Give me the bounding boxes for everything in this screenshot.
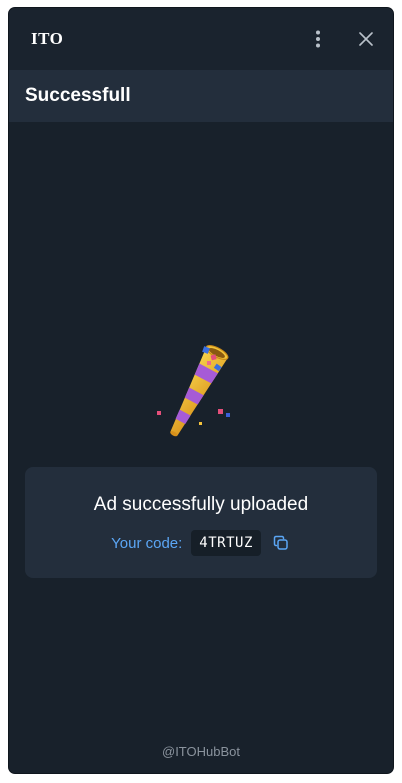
window-titlebar: ITO [9,8,393,70]
close-button[interactable] [353,26,379,52]
code-label: Your code: [111,534,183,552]
app-window: ITO Successfull Ad successfully uploaded… [9,8,393,773]
copy-code-button[interactable] [271,533,291,553]
footer-bot-handle: @ITOHubBot [162,744,240,759]
party-popper-icon [157,345,230,437]
more-options-button[interactable] [305,26,331,52]
app-title: ITO [31,29,64,48]
page-header: Successfull [9,70,393,122]
page-title: Successfull [25,85,131,106]
titlebar-actions [305,26,379,52]
code-value[interactable]: 4TRTUZ [191,530,261,556]
close-icon [359,32,373,46]
copy-icon [273,535,288,550]
code-row: Your code: 4TRTUZ [111,530,291,556]
success-message: Ad successfully uploaded [93,494,309,515]
main-content: Ad successfully uploaded Your code: 4TRT… [9,122,393,773]
result-card: Ad successfully uploaded Your code: 4TRT… [25,467,377,578]
more-vertical-icon [316,30,320,48]
